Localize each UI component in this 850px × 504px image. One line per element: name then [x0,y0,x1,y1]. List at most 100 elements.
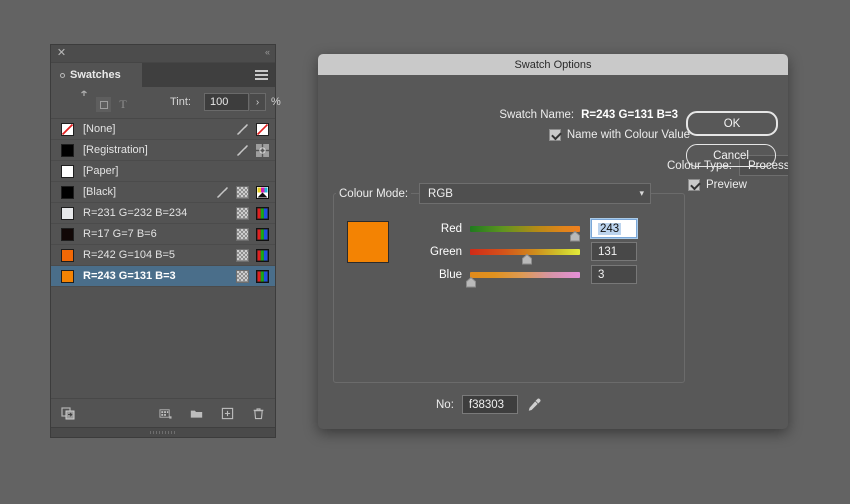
colour-preview-swatch [347,221,389,263]
swatch-name-row: Swatch Name: R=243 G=131 B=3 [318,109,678,121]
slider-row-blue: Blue 3 [414,263,664,287]
slider-label: Blue [438,268,462,281]
rgb-icon [256,269,269,283]
panel-tab-row: Swatches [51,63,275,87]
swatch-name: R=17 G=7 B=6 [83,228,157,240]
pen-icon [216,186,229,199]
slider-value-input[interactable]: 131 [591,242,637,261]
swatch-row[interactable]: R=231 G=232 B=234 [51,203,275,224]
registration-icon [256,143,269,157]
slider-value-input[interactable]: 243 [591,219,637,238]
ok-button[interactable]: OK [686,111,778,136]
slider-row-green: Green 131 [414,240,664,264]
slider-label: Green [430,245,462,258]
fill-stroke-indicator-icon[interactable] [73,89,89,103]
swatch-row-icons [236,140,269,160]
slider-row-red: Red 243 [414,217,664,241]
name-with-colour-value-row[interactable]: Name with Colour Value [318,129,690,141]
swatch-row[interactable]: [Registration] [51,140,275,161]
swatch-list[interactable]: [None] [Registration] [Paper] [Black] R=231 … [51,119,275,398]
app-root: ✕ « Swatches T Tint: 100 › % [None] [Reg… [0,0,850,504]
slider-handle[interactable] [466,276,477,288]
colour-sliders: Red 243 Green 131 Blue 3 [414,217,664,287]
swatch-row[interactable]: [Paper] [51,161,275,182]
show-swatch-kinds-icon[interactable] [61,406,75,425]
colour-group-icon[interactable] [159,407,172,420]
eyedropper-icon[interactable] [526,397,542,413]
hex-input[interactable]: f38303 [461,395,518,414]
slider-value-input[interactable]: 3 [591,265,637,284]
slider-value: 3 [598,268,605,281]
name-with-colour-value-label: Name with Colour Value [566,129,690,141]
tab-dot-icon [60,72,65,78]
hex-row: No: f38303 [436,395,542,414]
cancel-button[interactable]: Cancel [686,144,776,167]
swatch-colour-chip [61,227,74,241]
swatch-colour-chip [61,248,74,262]
swatch-row[interactable]: R=243 G=131 B=3 [51,266,275,287]
tint-percent-label: % [271,96,281,108]
swatch-row[interactable]: R=242 G=104 B=5 [51,245,275,266]
swatch-row-icons [236,245,269,265]
swatch-row[interactable]: [Black] [51,182,275,203]
slider-value: 131 [598,245,618,258]
swatch-name: [Registration] [83,144,148,156]
swatch-name: [None] [83,123,116,135]
panel-titlebar: ✕ « [51,45,275,63]
text-format-button[interactable]: T [115,96,131,112]
close-icon[interactable]: ✕ [56,48,67,59]
swatch-colour-chip [61,185,74,199]
swatch-colour-chip [61,206,74,220]
square-icon [99,100,108,109]
swatch-row-icons [236,203,269,223]
swatch-name: R=231 G=232 B=234 [83,207,188,219]
new-colour-group-icon[interactable] [190,407,203,420]
tint-grid-icon [236,248,249,262]
swatch-row[interactable]: R=17 G=7 B=6 [51,224,275,245]
preview-row[interactable]: Preview [688,179,747,191]
colour-mode-row: Colour Mode: RGB ▾ [336,183,652,204]
tint-grid-icon [236,206,249,220]
swatch-colour-chip [61,269,74,283]
pen-icon [236,144,249,157]
preview-label: Preview [706,179,747,191]
delete-swatch-icon[interactable] [252,407,265,420]
slider-track[interactable] [470,225,580,241]
name-with-colour-value-checkbox[interactable] [548,129,561,141]
swatch-row-icons [236,119,269,139]
colour-mode-select[interactable]: RGB ▾ [419,183,652,204]
swatch-row-icons [216,182,269,202]
slider-track[interactable] [470,248,580,264]
new-swatch-icon[interactable] [221,407,234,420]
chevron-down-icon: ▾ [639,188,645,198]
tint-dropdown-arrow[interactable]: › [250,93,266,111]
tint-input[interactable]: 100 [204,93,249,111]
rgb-icon [256,206,269,220]
fill-none-button[interactable] [96,97,111,112]
swatch-name: [Black] [83,186,117,198]
swatch-row[interactable]: [None] [51,119,275,140]
swatch-colour-chip [61,164,74,178]
slider-value: 243 [598,222,622,235]
none-icon [256,122,269,136]
slider-label: Red [440,222,462,235]
rgb-icon [256,227,269,241]
swatch-row-icons [236,224,269,244]
colour-mode-label: Colour Mode: [336,187,412,200]
collapse-icon[interactable]: « [265,47,270,57]
tab-swatches-label: Swatches [70,69,121,81]
slider-gradient [470,271,580,278]
preview-checkbox[interactable] [688,179,700,191]
panel-menu-icon[interactable] [255,70,268,80]
slider-track[interactable] [466,271,580,287]
swatch-row-icons [236,266,269,286]
dialog-body: Swatch Name: R=243 G=131 B=3 Name with C… [318,75,788,429]
swatches-panel: ✕ « Swatches T Tint: 100 › % [None] [Reg… [50,44,281,438]
cmyk-icon [256,185,269,199]
panel-resize-grip[interactable] [51,427,275,437]
swatch-name: R=242 G=104 B=5 [83,249,176,261]
tab-swatches[interactable]: Swatches [51,63,142,87]
swatches-toolbar: T Tint: 100 › % [51,87,281,119]
pen-icon [236,123,249,136]
swatch-footer-actions [159,399,265,427]
